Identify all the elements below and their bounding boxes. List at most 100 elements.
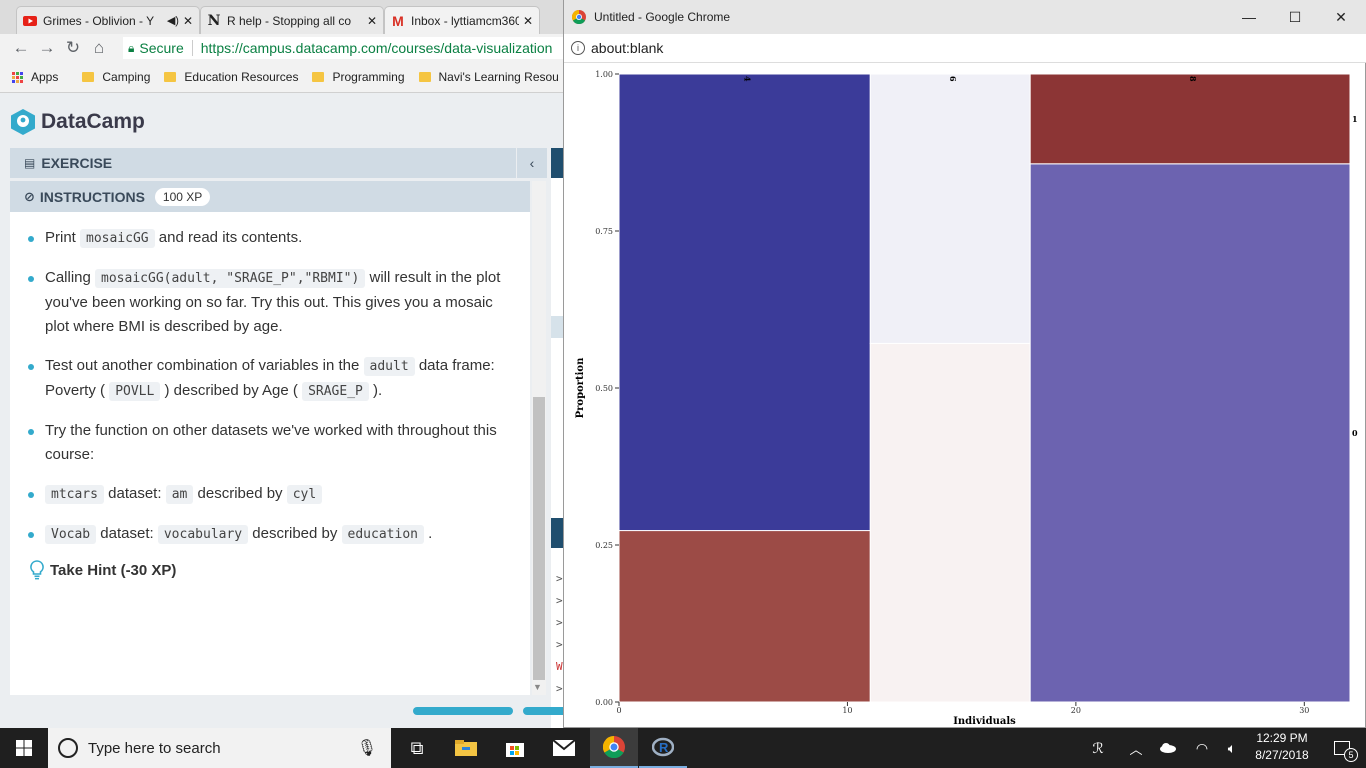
bookmark-label: Education Resources	[184, 70, 299, 84]
plot-bars	[618, 73, 1351, 703]
instruction-text: and read its contents.	[154, 229, 303, 246]
people-icon[interactable]: ℛ	[1074, 728, 1122, 768]
datacamp-logo-icon	[11, 109, 35, 135]
instruction-text: dataset:	[103, 485, 166, 502]
bookmark-programming[interactable]: Programming	[312, 70, 405, 84]
pagination-bar[interactable]	[413, 707, 513, 715]
hint-label: Take Hint (-30 XP)	[50, 561, 177, 579]
system-clock[interactable]: 12:29 PM 8/27/2018	[1244, 730, 1320, 764]
y-axis-label: Proportion	[575, 357, 586, 418]
list-icon: ▤	[24, 156, 36, 170]
close-icon[interactable]: ✕	[183, 14, 193, 28]
bookmarks-bar: Apps Camping Education Resources Program…	[0, 62, 566, 93]
popup-address-bar[interactable]: i about:blank	[564, 34, 1366, 63]
bookmark-label: Navi's Learning Resou	[438, 70, 559, 84]
x-tick-label: 20	[1071, 706, 1081, 715]
instruction-item: Vocab dataset: vocabulary described by e…	[26, 522, 516, 547]
tab-title: Inbox - lyttiamcm360@	[411, 13, 519, 28]
home-icon[interactable]: ⌂	[86, 35, 112, 61]
datacamp-logo[interactable]: DataCamp	[10, 108, 145, 136]
bookmark-apps[interactable]: Apps	[12, 70, 58, 84]
x-tick-label: 10	[842, 706, 852, 715]
tab-youtube[interactable]: Grimes - Oblivion - Y ◀) ✕	[16, 6, 200, 34]
scrollbar-thumb[interactable]	[533, 397, 545, 680]
column-label: 4	[743, 76, 753, 82]
bookmark-label: Apps	[31, 70, 59, 84]
instruction-item: mtcars dataset: am described by cyl	[26, 482, 516, 507]
task-view-icon[interactable]: ⧉	[393, 728, 441, 768]
r-app-icon[interactable]: R	[639, 728, 687, 768]
store-icon[interactable]	[491, 728, 539, 768]
column-label: 6	[948, 76, 958, 82]
inline-code: education	[341, 525, 424, 544]
apps-icon	[12, 71, 23, 83]
reload-icon[interactable]: ↻	[60, 35, 86, 61]
y-tick-label: 0.25	[595, 541, 613, 550]
notification-icon[interactable]: 5	[1318, 728, 1366, 768]
minimize-button[interactable]: —	[1226, 0, 1272, 34]
url-text: about:blank	[591, 40, 664, 56]
windows-icon	[16, 740, 32, 756]
inline-code: adult	[363, 357, 415, 376]
pagination-bar-2[interactable]	[523, 707, 566, 715]
tab-title: R help - Stopping all co	[227, 13, 352, 28]
column-label: 8	[1188, 76, 1198, 82]
instructions-label: INSTRUCTIONS	[39, 188, 145, 205]
secure-label: Secure	[139, 40, 184, 56]
folder-icon	[164, 72, 177, 82]
start-button[interactable]	[0, 728, 48, 768]
lightbulb-icon	[30, 560, 44, 580]
bookmark-navis-learning[interactable]: Navi's Learning Resou	[418, 70, 559, 84]
instruction-text: ) described by Age (	[160, 382, 303, 399]
gmail-icon: M	[392, 12, 404, 29]
bookmark-education-resources[interactable]: Education Resources	[164, 70, 298, 84]
microphone-icon[interactable]: 🎙︎	[357, 738, 377, 758]
collapse-button[interactable]: ‹	[517, 148, 547, 178]
instructions-header[interactable]: ⊘ INSTRUCTIONS 100 XP	[10, 181, 530, 212]
x-tick-label: 30	[1299, 706, 1309, 715]
taskbar-search[interactable]: Type here to search 🎙︎	[48, 728, 391, 768]
back-icon[interactable]: ←	[8, 35, 34, 61]
close-icon[interactable]: ✕	[523, 14, 533, 28]
maximize-button[interactable]: ☐	[1272, 0, 1318, 34]
inline-code: cyl	[286, 485, 323, 504]
y-tick-label: 0.50	[595, 384, 613, 393]
window-title-bar[interactable]: Untitled - Google Chrome — ☐ ✕	[564, 0, 1366, 34]
close-icon[interactable]: ✕	[367, 14, 377, 28]
chrome-icon	[572, 10, 586, 24]
mosaic-cell	[869, 73, 1031, 344]
y-tick-label: 0.00	[595, 698, 613, 707]
youtube-icon	[23, 14, 37, 28]
tab-gmail[interactable]: M Inbox - lyttiamcm360@ ✕	[384, 6, 540, 34]
forward-icon[interactable]: →	[34, 35, 60, 61]
url-text: https://campus.datacamp.com/courses/data…	[200, 40, 553, 56]
inline-code: am	[165, 485, 194, 504]
close-button[interactable]: ✕	[1318, 0, 1364, 34]
scroll-down-icon[interactable]: ▼	[533, 682, 542, 692]
chrome-taskbar-icon[interactable]	[590, 728, 638, 768]
xp-badge: 100 XP	[154, 187, 211, 206]
tab-nabble[interactable]: N R help - Stopping all co ✕	[200, 6, 384, 34]
instructions-list: Print mosaicGG and read its contents. Cal…	[26, 226, 516, 562]
file-explorer-icon[interactable]	[442, 728, 490, 768]
instruction-text: Print	[45, 229, 81, 246]
inline-code: SRAGE_P	[302, 382, 369, 401]
instruction-item: Test out another combination of variable…	[26, 354, 516, 404]
exercise-label: EXERCISE	[41, 155, 113, 171]
instruction-text: described by	[248, 525, 342, 542]
row-label: 0	[1352, 428, 1358, 438]
bookmark-camping[interactable]: Camping	[82, 70, 150, 84]
instruction-text: Try the function on other datasets we've…	[45, 422, 497, 463]
take-hint-button[interactable]: Take Hint (-30 XP)	[30, 560, 176, 580]
address-bar[interactable]: 🔒︎ Secure https://campus.datacamp.com/co…	[123, 37, 566, 59]
check-circle-icon: ⊘	[24, 188, 35, 204]
instruction-text: .	[423, 525, 433, 542]
x-axis-label: Individuals	[953, 716, 1016, 727]
exercise-header[interactable]: ▤ EXERCISE	[10, 148, 516, 178]
x-tick-label: 0	[616, 706, 621, 715]
info-icon: i	[571, 41, 585, 55]
mail-icon[interactable]	[540, 728, 588, 768]
clock-date: 8/27/2018	[1255, 748, 1309, 762]
instruction-item: Calling mosaicGG(adult, "SRAGE_P","RBMI"…	[26, 266, 516, 339]
inline-code: POVLL	[109, 382, 161, 401]
